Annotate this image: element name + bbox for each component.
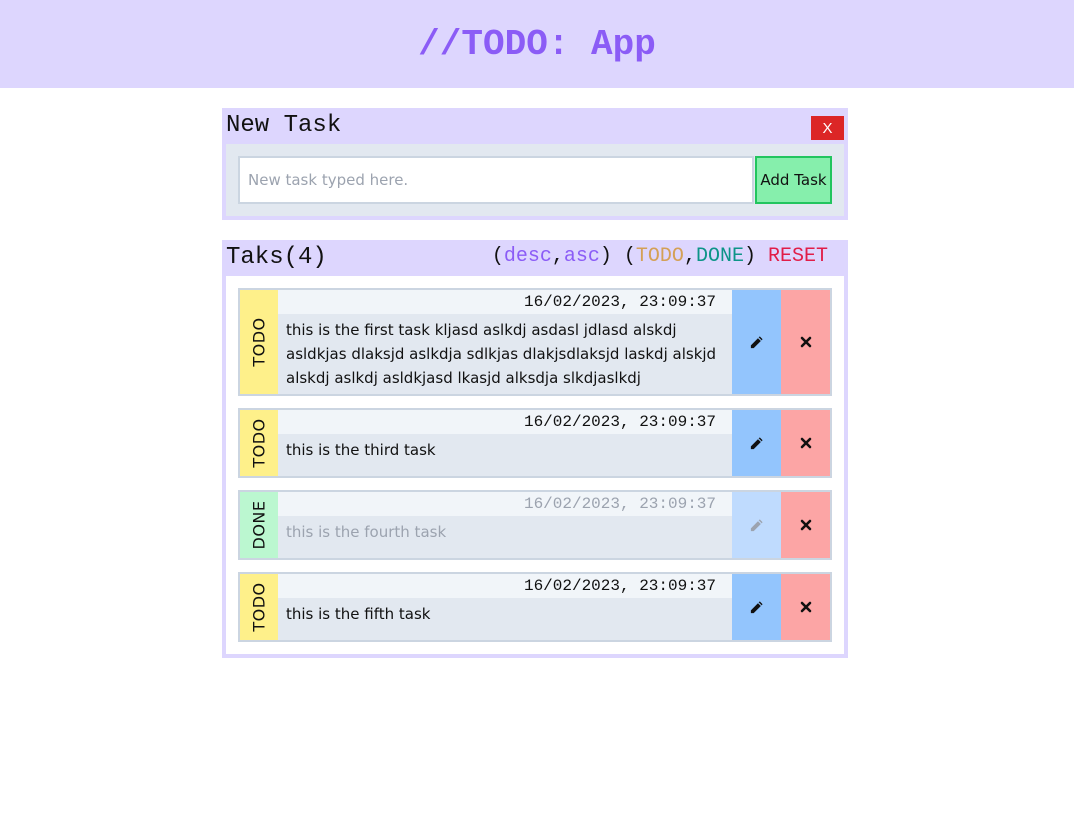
app-title: //TODO: App <box>418 23 656 65</box>
new-task-panel: New Task X Add Task <box>222 108 848 220</box>
add-task-button[interactable]: Add Task <box>755 156 832 204</box>
close-icon <box>800 519 811 531</box>
new-task-body: Add Task <box>226 144 844 216</box>
task-text: this is the first task kljasd aslkdj asd… <box>286 321 717 387</box>
task-list: TODO 16/02/2023, 23:09:37 this is the fi… <box>226 276 844 654</box>
edit-task-button[interactable] <box>732 574 781 640</box>
paren: ) <box>599 245 612 268</box>
sort-asc-button[interactable]: asc <box>564 245 600 268</box>
task-date: 16/02/2023, 23:09:37 <box>278 410 732 434</box>
status-label: TODO <box>249 418 269 468</box>
paren: ) <box>743 245 756 268</box>
new-task-title: New Task <box>226 112 342 139</box>
edit-task-button[interactable] <box>732 290 781 394</box>
task-text: this is the third task <box>286 441 436 459</box>
task-date: 16/02/2023, 23:09:37 <box>278 290 732 314</box>
close-icon <box>800 437 811 449</box>
status-label: TODO <box>249 317 269 367</box>
delete-task-button[interactable] <box>781 574 830 640</box>
delete-task-button[interactable] <box>781 290 830 394</box>
status-label: DONE <box>249 500 269 550</box>
delete-task-button[interactable] <box>781 492 830 558</box>
tasks-header: Taks(4) (desc,asc) (TODO,DONE) RESET <box>222 240 848 276</box>
task-item: TODO 16/02/2023, 23:09:37 this is the fi… <box>238 288 832 396</box>
filter-todo-button[interactable]: TODO <box>636 245 684 268</box>
task-text: this is the fourth task <box>286 523 447 541</box>
task-date: 16/02/2023, 23:09:37 <box>278 574 732 598</box>
edit-task-button[interactable] <box>732 410 781 476</box>
task-date: 16/02/2023, 23:09:37 <box>278 492 732 516</box>
task-content: 16/02/2023, 23:09:37 this is the first t… <box>278 290 732 394</box>
task-content: 16/02/2023, 23:09:37 this is the fourth … <box>278 492 732 558</box>
status-label: TODO <box>249 582 269 632</box>
reset-button[interactable]: RESET <box>756 245 828 268</box>
delete-task-button[interactable] <box>781 410 830 476</box>
paren: ( <box>491 245 504 268</box>
comma: , <box>683 245 696 268</box>
new-task-header: New Task X <box>222 108 848 144</box>
task-item: TODO 16/02/2023, 23:09:37 this is the th… <box>238 408 832 478</box>
task-content: 16/02/2023, 23:09:37 this is the fifth t… <box>278 574 732 640</box>
close-new-task-button[interactable]: X <box>811 116 844 140</box>
sort-controls: (desc,asc) (TODO,DONE) RESET <box>492 245 828 268</box>
comma: , <box>551 245 564 268</box>
filter-done-button[interactable]: DONE <box>696 245 744 268</box>
task-item: DONE 16/02/2023, 23:09:37 this is the fo… <box>238 490 832 560</box>
edit-task-button[interactable] <box>732 492 781 558</box>
status-strip: TODO <box>240 410 278 476</box>
pencil-icon <box>750 600 763 613</box>
task-text: this is the fifth task <box>286 605 431 623</box>
close-icon <box>800 336 811 348</box>
tasks-panel: Taks(4) (desc,asc) (TODO,DONE) RESET TOD… <box>222 240 848 658</box>
paren: ( <box>611 245 636 268</box>
status-strip: TODO <box>240 290 278 394</box>
close-icon <box>800 601 811 613</box>
new-task-input[interactable] <box>238 156 754 204</box>
app-header: //TODO: App <box>0 0 1074 88</box>
status-strip: DONE <box>240 492 278 558</box>
pencil-icon <box>750 518 763 531</box>
pencil-icon <box>750 436 763 449</box>
task-content: 16/02/2023, 23:09:37 this is the third t… <box>278 410 732 476</box>
sort-desc-button[interactable]: desc <box>504 245 552 268</box>
pencil-icon <box>750 335 763 348</box>
tasks-title: Taks(4) <box>226 244 327 271</box>
status-strip: TODO <box>240 574 278 640</box>
task-item: TODO 16/02/2023, 23:09:37 this is the fi… <box>238 572 832 642</box>
